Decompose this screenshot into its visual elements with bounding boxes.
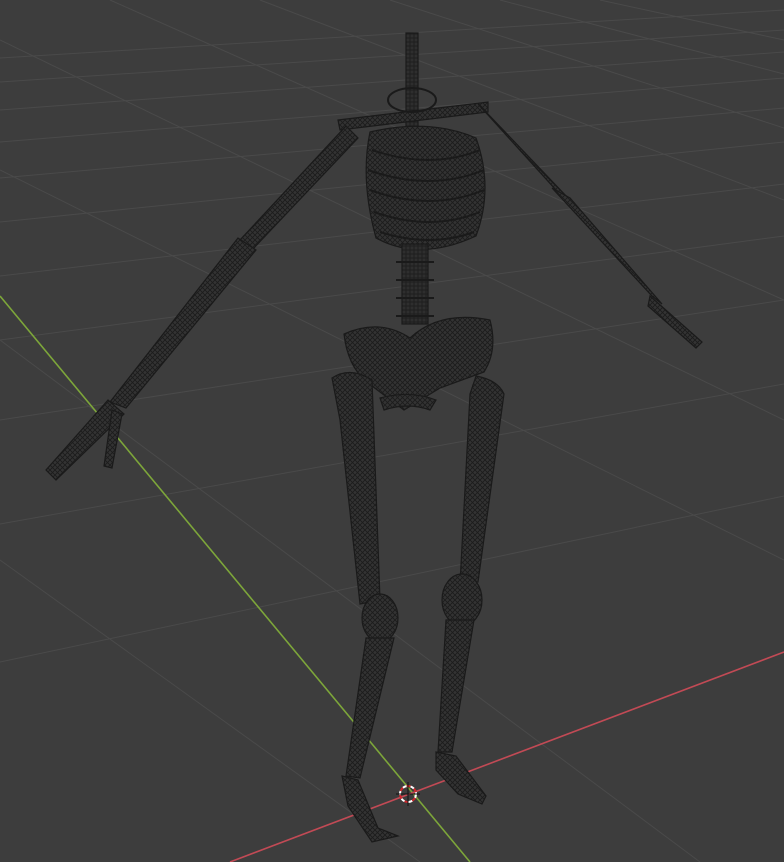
3d-cursor-icon[interactable] [396,782,420,806]
3d-viewport[interactable] [0,0,784,862]
x-axis-line [229,651,784,862]
viewport-canvas[interactable] [0,0,784,862]
